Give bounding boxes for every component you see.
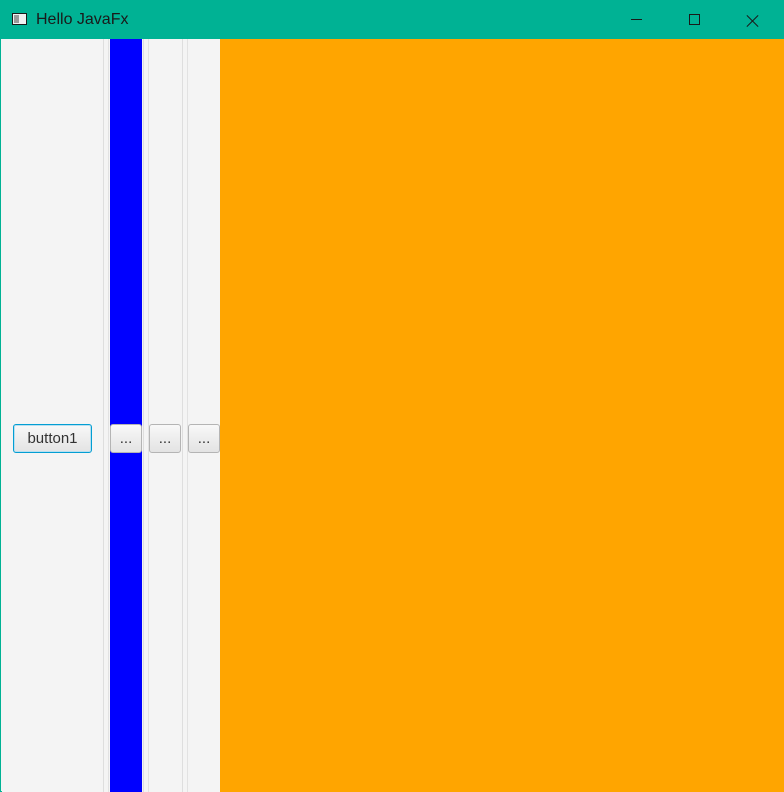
orange-pane [220, 39, 784, 792]
maximize-icon [689, 14, 700, 25]
split-divider-1[interactable] [103, 39, 109, 792]
title-bar[interactable]: Hello JavaFx [1, 1, 784, 39]
split-pane: button1 ... ... ... [2, 39, 784, 792]
maximize-button[interactable] [666, 1, 724, 39]
middle-pane [149, 39, 182, 792]
app-window-icon [12, 13, 27, 25]
right-narrow-pane [188, 39, 220, 792]
button1[interactable]: button1 [13, 424, 92, 453]
minimize-icon [631, 19, 642, 20]
minimize-button[interactable] [608, 1, 666, 39]
window-title: Hello JavaFx [36, 11, 129, 28]
left-pane [2, 39, 103, 792]
app-window: Hello JavaFx button1 ... ... ... [0, 0, 784, 792]
close-button[interactable] [724, 1, 782, 39]
ellipsis-button-3[interactable]: ... [188, 424, 220, 453]
blue-pane [110, 39, 142, 792]
ellipsis-button-2[interactable]: ... [149, 424, 181, 453]
close-icon [746, 14, 759, 27]
ellipsis-button-1[interactable]: ... [110, 424, 142, 453]
